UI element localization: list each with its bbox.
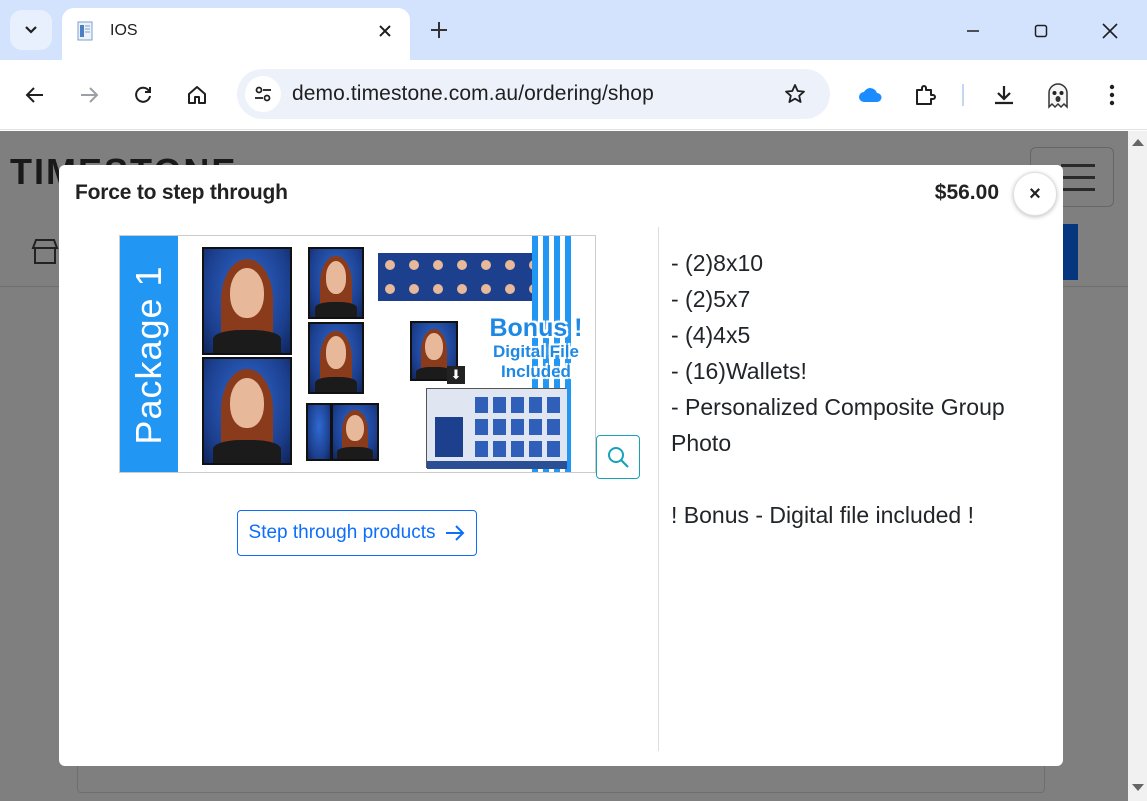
tune-icon xyxy=(255,86,271,102)
download-icon[interactable] xyxy=(987,78,1021,112)
portrait-8x10 xyxy=(202,357,292,465)
portrait-4x5 xyxy=(331,403,379,461)
bonus-line-2: Digital File xyxy=(493,342,579,361)
tab-close-icon[interactable] xyxy=(374,20,396,42)
window-close-button[interactable] xyxy=(1095,16,1125,46)
toolbar-separator xyxy=(962,84,964,106)
minimize-icon xyxy=(967,30,979,32)
bonus-line-3: Included xyxy=(501,362,571,381)
bonus-line-1: Bonus ! xyxy=(489,314,583,342)
composite-group-photo xyxy=(426,388,567,469)
package-description: - (2)8x10 - (2)5x7 - (4)4x5 - (16)Wallet… xyxy=(671,245,1031,533)
portrait-5x7 xyxy=(308,322,364,394)
browser-toolbar: demo.timestone.com.au/ordering/shop xyxy=(0,60,1147,130)
description-line: - Personalized Composite Group Photo xyxy=(671,394,1005,456)
browser-tab[interactable]: IOS xyxy=(62,8,410,60)
site-info-button[interactable] xyxy=(245,76,281,112)
scroll-down-arrow-icon[interactable] xyxy=(1132,784,1144,791)
reload-icon xyxy=(135,86,151,103)
home-icon xyxy=(188,86,206,104)
tab-search-button[interactable] xyxy=(10,10,52,50)
profile-ghost-icon[interactable] xyxy=(1041,78,1075,112)
maximize-icon xyxy=(1034,24,1048,38)
browser-menu-icon[interactable] xyxy=(1095,78,1129,112)
download-icon: ⬇ xyxy=(447,366,465,384)
arrow-right-icon xyxy=(81,87,99,103)
tab-title: IOS xyxy=(110,22,138,39)
chevron-down-icon xyxy=(25,26,37,34)
search-icon xyxy=(608,447,629,468)
arrow-left-icon xyxy=(25,87,43,103)
modal-title: Force to step through xyxy=(75,181,288,204)
forward-button[interactable] xyxy=(71,77,107,113)
description-line: ! Bonus - Digital file included ! xyxy=(671,502,974,528)
portrait-8x10 xyxy=(202,247,292,355)
plus-icon xyxy=(431,22,447,38)
modal-price: $56.00 xyxy=(934,181,999,204)
arrow-right-icon xyxy=(446,525,465,541)
package-label: Package 1 xyxy=(128,265,169,445)
description-line: - (2)5x7 xyxy=(671,286,751,312)
portrait-4x5-stack xyxy=(306,403,332,461)
close-icon xyxy=(1102,23,1118,39)
bookmark-star-icon[interactable] xyxy=(782,81,808,107)
package-image[interactable]: Package 1 ⬇ Bonus ! Digital File Include… xyxy=(119,235,596,473)
modal-close-button[interactable]: × xyxy=(1013,172,1057,216)
page-scrollbar[interactable] xyxy=(1128,131,1147,801)
product-modal: Force to step through $56.00 × Package 1… xyxy=(59,165,1063,766)
modal-divider xyxy=(658,227,659,751)
description-line: - (16)Wallets! xyxy=(671,358,807,384)
maximize-button[interactable] xyxy=(1026,16,1056,46)
address-bar[interactable]: demo.timestone.com.au/ordering/shop xyxy=(237,69,830,119)
bonus-badge: Bonus ! Digital File Included xyxy=(476,314,595,382)
minimize-button[interactable] xyxy=(958,16,988,46)
description-line: - (2)8x10 xyxy=(671,250,764,276)
document-icon xyxy=(77,21,93,41)
reload-button[interactable] xyxy=(125,77,161,113)
zoom-image-button[interactable] xyxy=(596,435,640,479)
cloud-icon[interactable] xyxy=(853,78,887,112)
scroll-up-arrow-icon[interactable] xyxy=(1132,139,1144,146)
description-line xyxy=(671,461,1031,497)
step-button-label: Step through products xyxy=(248,522,436,543)
portrait-5x7 xyxy=(308,247,364,319)
url-text[interactable]: demo.timestone.com.au/ordering/shop xyxy=(292,82,654,106)
description-line: - (4)4x5 xyxy=(671,322,751,348)
browser-tab-bar: IOS xyxy=(0,0,1147,60)
back-button[interactable] xyxy=(17,77,53,113)
step-through-products-button[interactable]: Step through products xyxy=(237,510,477,556)
new-tab-button[interactable] xyxy=(425,16,453,44)
extensions-puzzle-icon[interactable] xyxy=(908,78,942,112)
home-button[interactable] xyxy=(179,77,215,113)
